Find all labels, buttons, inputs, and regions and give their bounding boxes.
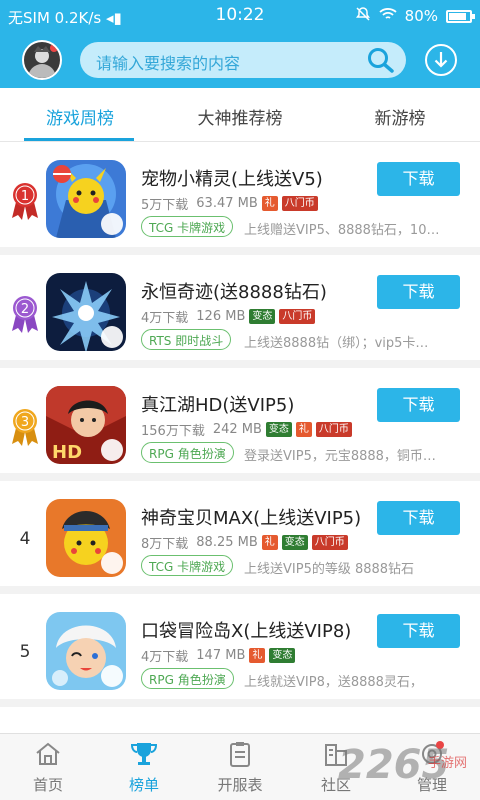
- home-icon: [34, 740, 62, 768]
- bamen-coin-badge: 八门币: [311, 535, 348, 550]
- nav-label: 开服表: [217, 776, 263, 794]
- rank-number: 5: [19, 642, 31, 662]
- download-count: 4万下载: [141, 650, 189, 665]
- download-manager-icon[interactable]: [424, 43, 458, 81]
- game-description: 上线就送VIP8，送8888灵石，: [244, 675, 423, 690]
- active-tab-indicator: [24, 138, 134, 141]
- download-badge-icon: [101, 552, 123, 574]
- game-description: 上线送VIP5的等级 8888钻石: [244, 562, 415, 577]
- game-icon[interactable]: HD: [46, 386, 126, 464]
- clipboard-icon: [226, 740, 254, 768]
- download-count: 5万下载: [141, 198, 189, 213]
- bt-badge: 变态: [249, 309, 276, 324]
- svg-text:HD: HD: [52, 442, 82, 463]
- game-icon[interactable]: [46, 612, 126, 690]
- gift-badge: 礼: [295, 422, 312, 437]
- list-item[interactable]: 1 宠物小精灵(上线送V5) 5万下载 63.47 MB 礼 八门币 TCG 卡…: [0, 142, 480, 255]
- bt-badge: 变态: [265, 422, 292, 437]
- category-tag: RPG 角色扮演: [141, 668, 234, 689]
- bamen-coin-badge: 八门币: [279, 309, 316, 324]
- download-badge-icon: [101, 326, 123, 348]
- ranking-tabs: 游戏周榜 大神推荐榜 新游榜: [0, 88, 480, 142]
- download-count: 4万下载: [141, 311, 189, 326]
- battery-icon: [446, 9, 475, 23]
- category-tag: TCG 卡牌游戏: [141, 216, 234, 237]
- bt-badge: 变态: [269, 648, 296, 663]
- search-icon[interactable]: [366, 46, 396, 78]
- download-button[interactable]: 下载: [377, 162, 460, 196]
- svg-text:1: 1: [21, 189, 29, 204]
- mute-icon: [355, 6, 371, 26]
- file-size: 147 MB: [196, 648, 246, 663]
- download-badge-icon: [101, 213, 123, 235]
- bamen-coin-badge: 八门币: [281, 196, 318, 211]
- download-button[interactable]: 下载: [377, 614, 460, 648]
- status-bar: 无SIM 0.2K/s ◂▮ 10:22 80%: [0, 0, 480, 32]
- search-placeholder: 请输入要搜索的内容: [96, 54, 241, 73]
- gift-badge: 礼: [249, 648, 266, 663]
- nav-rankings[interactable]: 榜单: [96, 734, 192, 800]
- top-bar: 无SIM 0.2K/s ◂▮ 10:22 80% 请输入要搜索的内容: [0, 0, 480, 88]
- avatar[interactable]: [22, 40, 62, 80]
- game-icon[interactable]: [46, 273, 126, 351]
- file-size: 63.47 MB: [196, 196, 258, 211]
- watermark-subtext: 手游网: [428, 756, 468, 771]
- download-button[interactable]: 下载: [377, 275, 460, 309]
- gift-badge: 礼: [261, 535, 278, 550]
- game-title: 永恒奇迹(送8888钻石): [141, 282, 327, 303]
- game-description: 上线送8888钻（绑）；vip5卡…: [244, 336, 429, 351]
- list-item[interactable]: 2 永恒奇迹(送8888钻石) 4万下载 126 MB 变态 八门币 RTS 即…: [0, 255, 480, 368]
- game-title: 口袋冒险岛X(上线送VIP8): [141, 621, 352, 642]
- game-description: 上线赠送VIP5、8888钻石，10…: [244, 223, 440, 238]
- wifi-icon: [379, 7, 397, 25]
- rank-medal-icon: 2: [8, 291, 42, 335]
- game-icon[interactable]: [46, 499, 126, 577]
- bt-badge: 变态: [281, 535, 308, 550]
- category-tag: RTS 即时战斗: [141, 329, 232, 350]
- list-item[interactable]: 3 HD 真江湖HD(送VIP5) 156万下载 242 MB 变态 礼 八门币…: [0, 368, 480, 481]
- tab-weekly[interactable]: 游戏周榜: [0, 104, 160, 129]
- nav-label: 榜单: [128, 776, 159, 794]
- rank-number: 4: [19, 529, 31, 549]
- trophy-icon: [130, 740, 158, 768]
- rank-medal-icon: 3: [8, 404, 42, 448]
- bamen-coin-badge: 八门币: [315, 422, 352, 437]
- game-description: 登录送VIP5，元宝8888，铜币…: [244, 449, 436, 464]
- svg-text:2: 2: [21, 302, 29, 317]
- svg-text:3: 3: [21, 415, 29, 430]
- download-button[interactable]: 下载: [377, 501, 460, 535]
- game-title: 神奇宝贝MAX(上线送VIP5): [141, 508, 362, 529]
- game-icon[interactable]: [46, 160, 126, 238]
- game-title: 真江湖HD(送VIP5): [141, 395, 295, 416]
- game-title: 宠物小精灵(上线送V5): [141, 169, 323, 190]
- battery-percent: 80%: [404, 7, 438, 25]
- file-size: 126 MB: [196, 309, 246, 324]
- list-item[interactable]: 4 神奇宝贝MAX(上线送VIP5) 8万下载 88.25 MB 礼 变态 八门…: [0, 481, 480, 594]
- category-tag: RPG 角色扮演: [141, 442, 234, 463]
- download-count: 8万下载: [141, 537, 189, 552]
- nav-home[interactable]: 首页: [0, 734, 96, 800]
- tab-recommended[interactable]: 大神推荐榜: [160, 104, 320, 129]
- download-button[interactable]: 下载: [377, 388, 460, 422]
- list-item[interactable]: 5 口袋冒险岛X(上线送VIP8) 4万下载 147 MB 礼 变态 RPG 角…: [0, 594, 480, 707]
- nav-label: 首页: [32, 776, 63, 794]
- download-badge-icon: [101, 665, 123, 687]
- file-size: 242 MB: [212, 422, 262, 437]
- search-bar[interactable]: 请输入要搜索的内容: [80, 42, 406, 78]
- file-size: 88.25 MB: [196, 535, 258, 550]
- rank-medal-icon: 1: [8, 178, 42, 222]
- download-badge-icon: [101, 439, 123, 461]
- gift-badge: 礼: [261, 196, 278, 211]
- category-tag: TCG 卡牌游戏: [141, 555, 234, 576]
- nav-server-schedule[interactable]: 开服表: [192, 734, 288, 800]
- tab-new-games[interactable]: 新游榜: [320, 104, 480, 129]
- download-count: 156万下载: [141, 424, 205, 439]
